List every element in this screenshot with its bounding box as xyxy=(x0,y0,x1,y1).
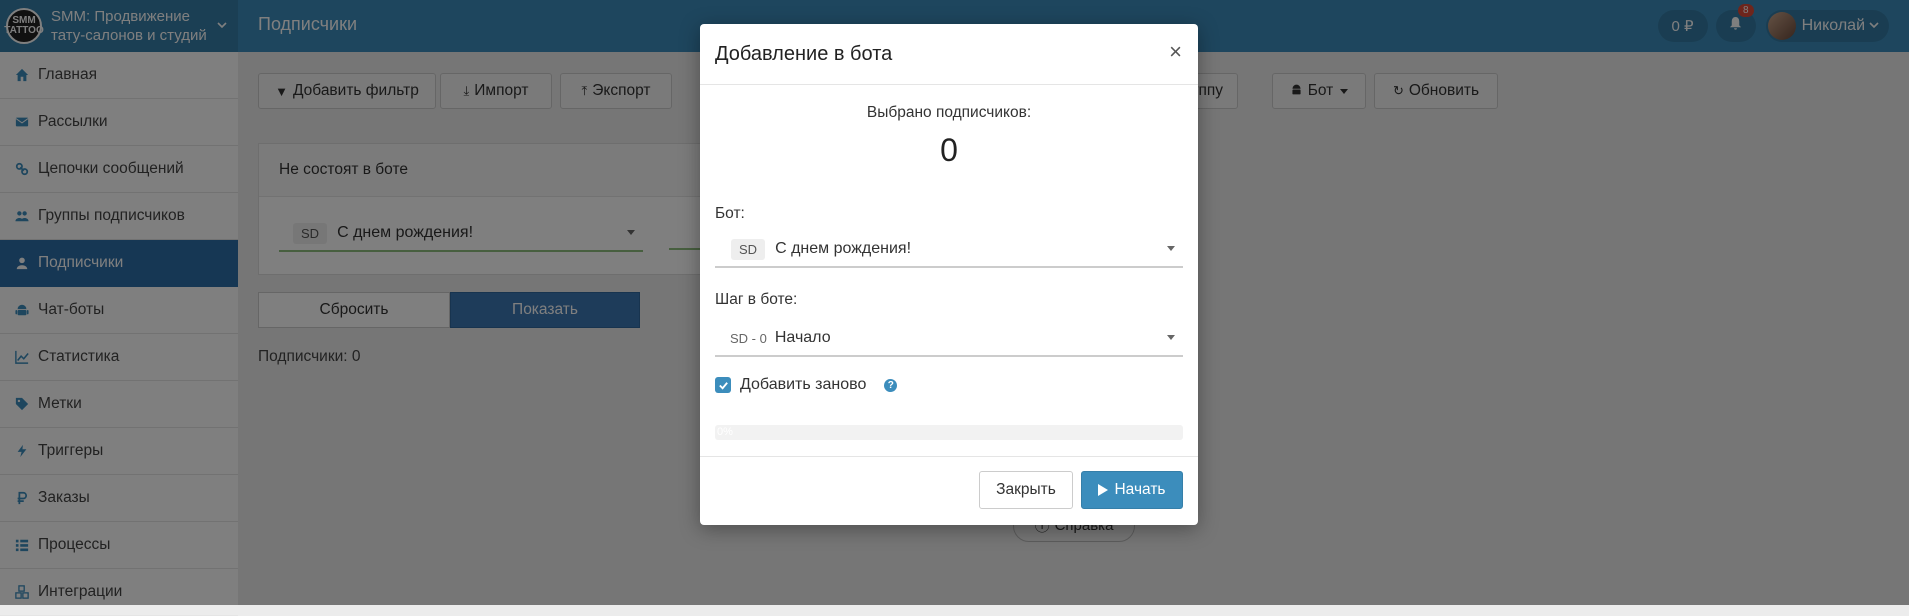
start-button[interactable]: Начать xyxy=(1081,471,1183,509)
play-icon xyxy=(1098,484,1109,496)
modal-footer: Закрыть Начать xyxy=(700,456,1198,526)
start-label: Начать xyxy=(1114,481,1166,498)
step-field-label: Шаг в боте: xyxy=(715,291,798,308)
close-icon[interactable]: × xyxy=(1169,41,1182,63)
selected-subscribers-count: 0 xyxy=(940,132,958,168)
add-to-bot-modal: Добавление в бота × Выбрано подписчиков:… xyxy=(700,24,1198,525)
bot-chip: SD xyxy=(731,238,766,260)
close-button[interactable]: Закрыть xyxy=(979,471,1073,509)
step-select-value: Начало xyxy=(774,329,831,346)
readd-label[interactable]: Добавить заново xyxy=(740,376,866,394)
caret-down-icon xyxy=(1167,335,1175,340)
modal-title: Добавление в бота xyxy=(715,43,893,65)
bot-select-value: С днем рождения! xyxy=(775,240,912,257)
check-icon xyxy=(718,381,728,390)
question-icon[interactable]: ? xyxy=(884,378,898,392)
bot-select[interactable]: SD С днем рождения! xyxy=(715,232,1183,268)
readd-checkbox[interactable] xyxy=(715,377,731,393)
caret-down-icon xyxy=(1167,246,1175,251)
progress-text: 0% xyxy=(717,426,733,438)
step-chip: SD - 0 xyxy=(730,330,767,346)
progress-bar: 0% xyxy=(715,425,1183,440)
bot-field-label: Бот: xyxy=(715,205,745,222)
selected-subscribers-label: Выбрано подписчиков: xyxy=(866,104,1032,121)
step-select[interactable]: SD - 0 Начало xyxy=(715,321,1183,357)
modal-header: Добавление в бота × xyxy=(700,24,1198,85)
readd-option: Добавить заново ? xyxy=(715,376,898,394)
